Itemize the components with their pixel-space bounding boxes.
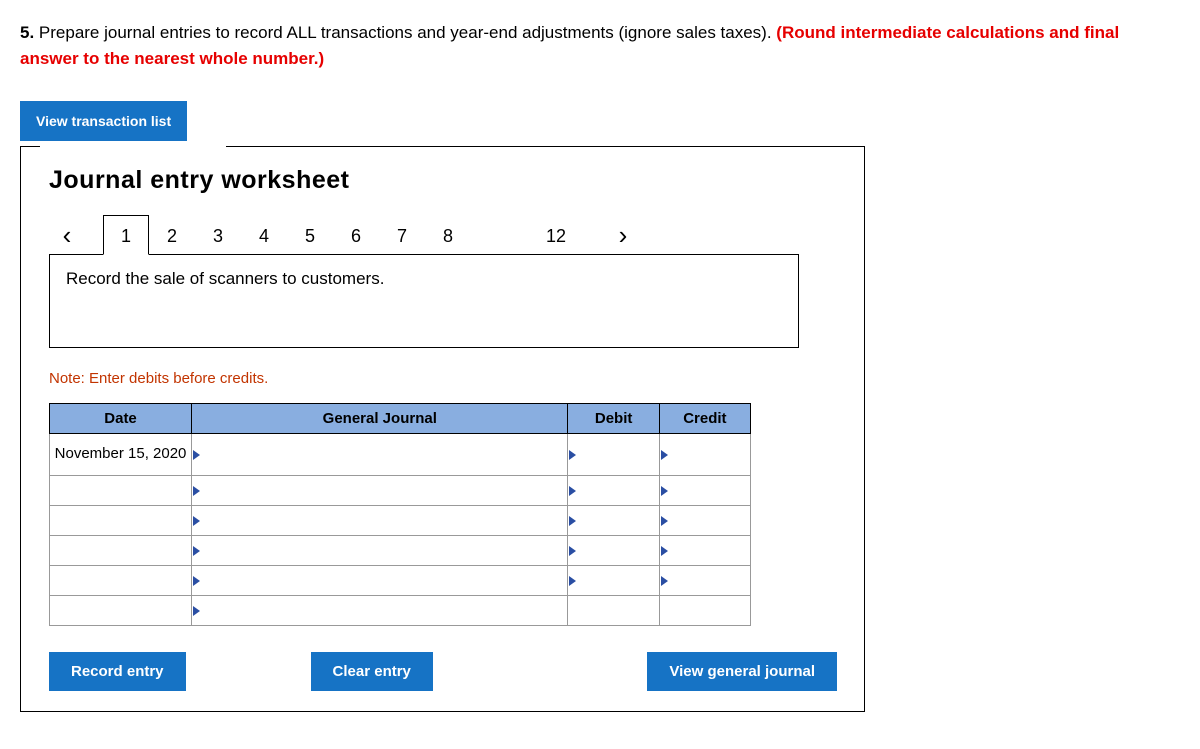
worksheet-title: Journal entry worksheet (49, 166, 836, 195)
tab-prev-arrow[interactable]: ‹ (49, 220, 85, 251)
tab-8[interactable]: 8 (425, 215, 471, 255)
cell-date[interactable] (50, 596, 192, 626)
tab-6[interactable]: 6 (333, 215, 379, 255)
cell-credit[interactable] (659, 434, 750, 476)
table-row (50, 536, 751, 566)
table-row: November 15, 2020 (50, 434, 751, 476)
table-row (50, 566, 751, 596)
cell-credit[interactable] (659, 566, 750, 596)
cell-debit[interactable] (568, 506, 659, 536)
cell-date[interactable] (50, 566, 192, 596)
cell-general-journal[interactable] (192, 536, 568, 566)
view-transaction-list-button[interactable]: View transaction list (20, 101, 187, 141)
tab-5[interactable]: 5 (287, 215, 333, 255)
cell-debit[interactable] (568, 596, 659, 626)
debits-before-credits-note: Note: Enter debits before credits. (49, 370, 836, 387)
cell-date[interactable] (50, 506, 192, 536)
tab-7[interactable]: 7 (379, 215, 425, 255)
tabs-row: ‹ 1 2 3 4 5 6 7 8 12 › (49, 215, 836, 255)
entry-description: Record the sale of scanners to customers… (49, 254, 799, 348)
cell-date[interactable] (50, 536, 192, 566)
cell-debit[interactable] (568, 536, 659, 566)
cell-general-journal[interactable] (192, 506, 568, 536)
table-row (50, 476, 751, 506)
col-header-general-journal: General Journal (192, 404, 568, 434)
cell-debit[interactable] (568, 476, 659, 506)
footer-buttons: Record entry Clear entry View general jo… (49, 652, 837, 691)
cell-general-journal[interactable] (192, 434, 568, 476)
table-row (50, 596, 751, 626)
question-body: Prepare journal entries to record ALL tr… (34, 23, 776, 42)
tab-1[interactable]: 1 (103, 215, 149, 255)
clear-entry-button[interactable]: Clear entry (311, 652, 433, 691)
cell-debit[interactable] (568, 566, 659, 596)
cell-debit[interactable] (568, 434, 659, 476)
table-row (50, 506, 751, 536)
cell-credit[interactable] (659, 476, 750, 506)
worksheet-panel: Journal entry worksheet ‹ 1 2 3 4 5 6 7 … (20, 146, 865, 712)
cell-general-journal[interactable] (192, 566, 568, 596)
question-number: 5. (20, 23, 34, 42)
tab-12[interactable]: 12 (533, 215, 579, 255)
tab-4[interactable]: 4 (241, 215, 287, 255)
cell-general-journal[interactable] (192, 476, 568, 506)
cell-date[interactable] (50, 476, 192, 506)
col-header-date: Date (50, 404, 192, 434)
tab-next-arrow[interactable]: › (605, 220, 641, 251)
cell-credit[interactable] (659, 596, 750, 626)
cell-credit[interactable] (659, 506, 750, 536)
cell-credit[interactable] (659, 536, 750, 566)
col-header-credit: Credit (659, 404, 750, 434)
view-general-journal-button[interactable]: View general journal (647, 652, 837, 691)
cell-date[interactable]: November 15, 2020 (50, 434, 192, 476)
worksheet-top-border (20, 146, 865, 147)
cell-general-journal[interactable] (192, 596, 568, 626)
question-text: 5. Prepare journal entries to record ALL… (20, 20, 1180, 71)
col-header-debit: Debit (568, 404, 659, 434)
tab-gap (471, 215, 533, 255)
journal-table: Date General Journal Debit Credit Novemb… (49, 403, 751, 626)
tab-2[interactable]: 2 (149, 215, 195, 255)
record-entry-button[interactable]: Record entry (49, 652, 186, 691)
tab-3[interactable]: 3 (195, 215, 241, 255)
